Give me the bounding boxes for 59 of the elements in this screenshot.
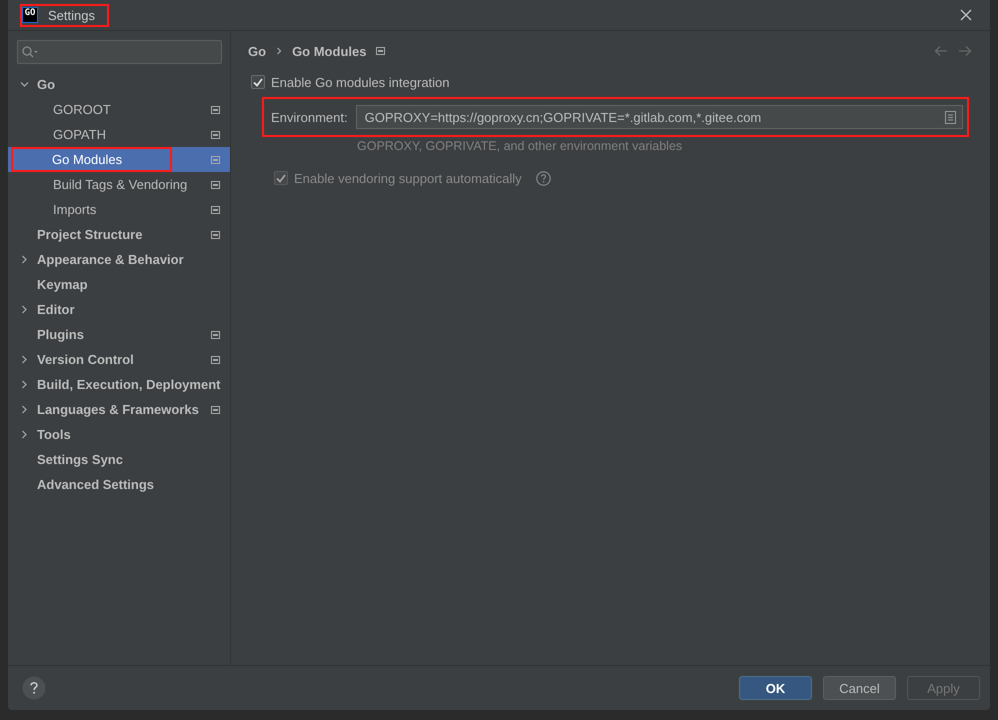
chevron-right-icon[interactable] (20, 355, 29, 364)
search-icon (22, 46, 40, 58)
tree-item[interactable]: Go Modules (8, 147, 230, 172)
hint-text: GOPROXY, GOPRIVATE, and other environment variables (357, 139, 684, 153)
tree-label: Tools (37, 427, 71, 442)
tree-label: Version Control (37, 352, 134, 367)
checkbox[interactable] (251, 75, 265, 89)
tree-label: Build, Execution, Deployment (37, 377, 220, 392)
tree-item[interactable]: Build Tags & Vendoring (8, 172, 230, 197)
tree-item[interactable]: Settings Sync (8, 447, 230, 472)
chevron-right-icon[interactable] (20, 305, 29, 314)
breadcrumb-item[interactable]: Go (248, 44, 266, 58)
tree-label: GOPATH (53, 127, 106, 142)
tree-label: Go (37, 77, 56, 92)
tree-label: Imports (53, 202, 96, 217)
checkbox-label: Enable Go modules integration (271, 74, 450, 90)
tree-item[interactable]: Imports (8, 197, 230, 222)
checkbox-label: Enable vendoring support automatically (294, 170, 522, 186)
search-field[interactable] (17, 40, 222, 64)
tree-item[interactable]: Project Structure (8, 222, 230, 247)
tree-label: Keymap (37, 277, 88, 292)
tree-item[interactable]: GOPATH (8, 122, 230, 147)
field-label: Environment: (271, 110, 348, 124)
tree-item[interactable]: Tools (8, 422, 230, 447)
document-icon[interactable] (945, 110, 956, 124)
tree-label: Project Structure (37, 227, 142, 242)
chevron-right-icon[interactable] (20, 380, 29, 389)
tree-item[interactable]: Build, Execution, Deployment (8, 372, 230, 397)
help-button[interactable] (22, 676, 46, 700)
chevron-down-icon[interactable] (20, 80, 29, 89)
chevron-right-icon[interactable] (20, 405, 29, 414)
tree-label: Go Modules (52, 152, 122, 167)
tree-label: Editor (37, 302, 75, 317)
tree-item[interactable]: Go (8, 72, 230, 97)
tree-item[interactable]: Languages & Frameworks (8, 397, 230, 422)
chevron-right-icon[interactable] (20, 430, 29, 439)
breadcrumb-item[interactable]: Go Modules (292, 44, 366, 58)
app-logo: GO (23, 8, 37, 22)
tree-label: GOROOT (53, 102, 111, 117)
tree-item[interactable]: Plugins (8, 322, 230, 347)
environment-field[interactable]: GOPROXY=https://goproxy.cn;GOPRIVATE=*.gitlab.com,*.gitee.com (356, 105, 963, 129)
window-title: Settings (48, 8, 95, 22)
tree-item[interactable]: Advanced Settings (8, 472, 230, 497)
dialog-button[interactable]: OK (739, 676, 812, 700)
chevron-right-icon[interactable] (20, 255, 29, 264)
tree-label: Build Tags & Vendoring (53, 177, 188, 192)
tree-item[interactable]: Version Control (8, 347, 230, 372)
tree-item[interactable]: GOROOT (8, 97, 230, 122)
tree-label: Settings Sync (37, 452, 123, 467)
tree-item[interactable]: Appearance & Behavior (8, 247, 230, 272)
chevron-right-icon (276, 47, 282, 55)
tree-label: Advanced Settings (37, 477, 154, 492)
tree-item[interactable]: Editor (8, 297, 230, 322)
dialog-button[interactable]: Cancel (823, 676, 896, 700)
tree-item[interactable]: Keymap (8, 272, 230, 297)
tree-label: Plugins (37, 327, 84, 342)
tree-label: Languages & Frameworks (37, 402, 199, 417)
close-icon[interactable] (960, 9, 972, 21)
tree-label: Appearance & Behavior (37, 252, 184, 267)
